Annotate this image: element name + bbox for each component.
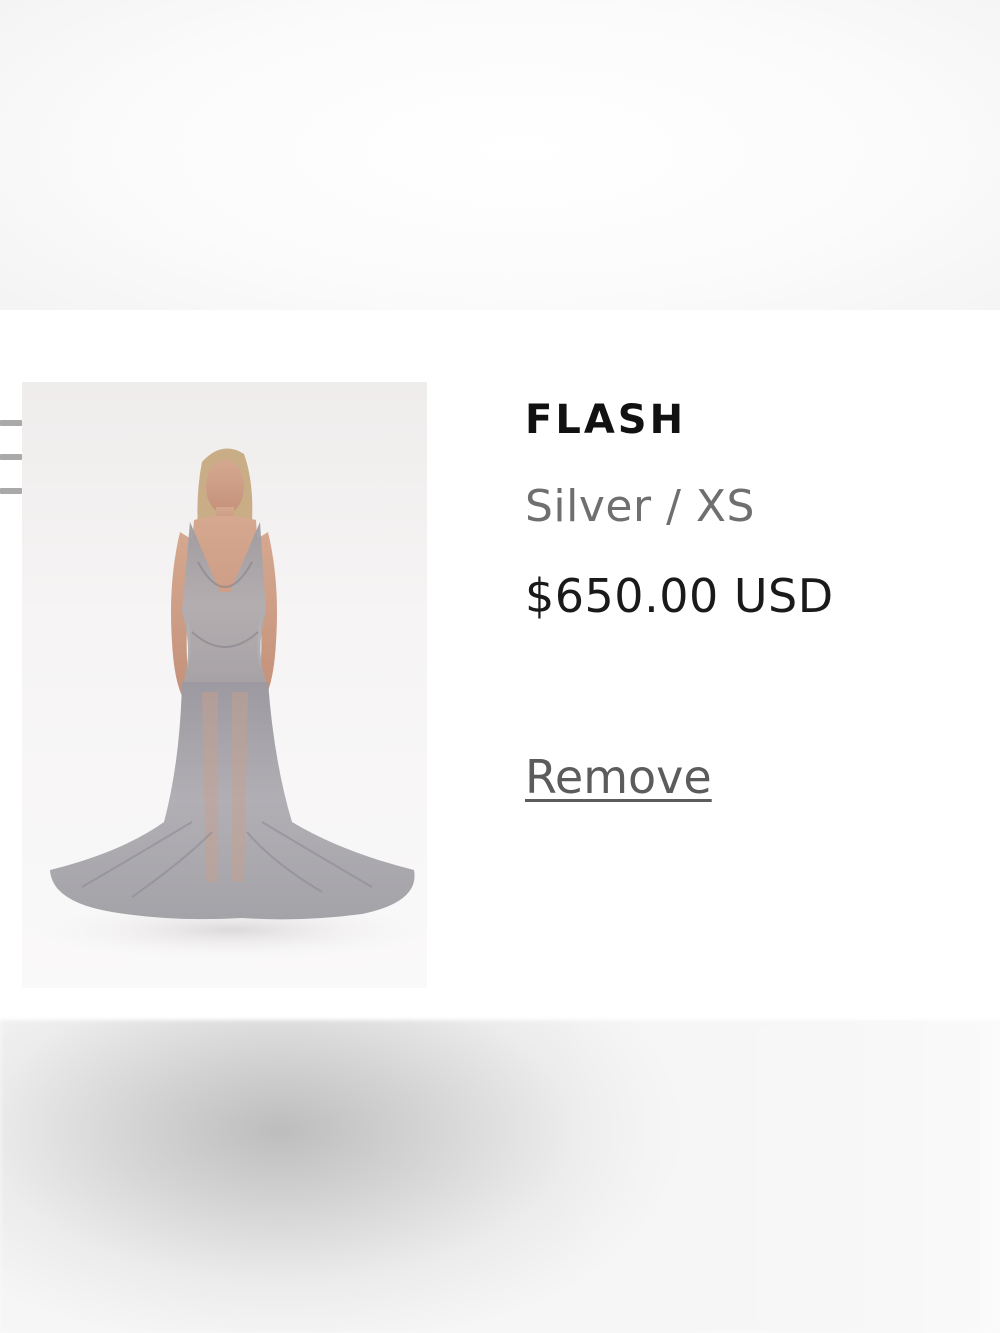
menu-icon[interactable] xyxy=(0,420,22,494)
product-title[interactable]: FLASH xyxy=(525,400,965,440)
product-info: FLASH Silver / XS $650.00 USD Remove xyxy=(525,400,965,802)
product-image[interactable] xyxy=(22,382,427,988)
remove-button[interactable]: Remove xyxy=(525,752,712,802)
cart-item: FLASH Silver / XS $650.00 USD Remove xyxy=(0,310,1000,1021)
blurred-background-top xyxy=(0,0,1000,310)
product-variant: Silver / XS xyxy=(525,481,755,532)
blurred-background-bottom xyxy=(0,1020,1000,1333)
cart-page: FLASH Silver / XS $650.00 USD Remove xyxy=(0,0,1000,1333)
product-price: $650.00 USD xyxy=(525,569,834,623)
product-photo-silver-gown xyxy=(32,448,427,960)
